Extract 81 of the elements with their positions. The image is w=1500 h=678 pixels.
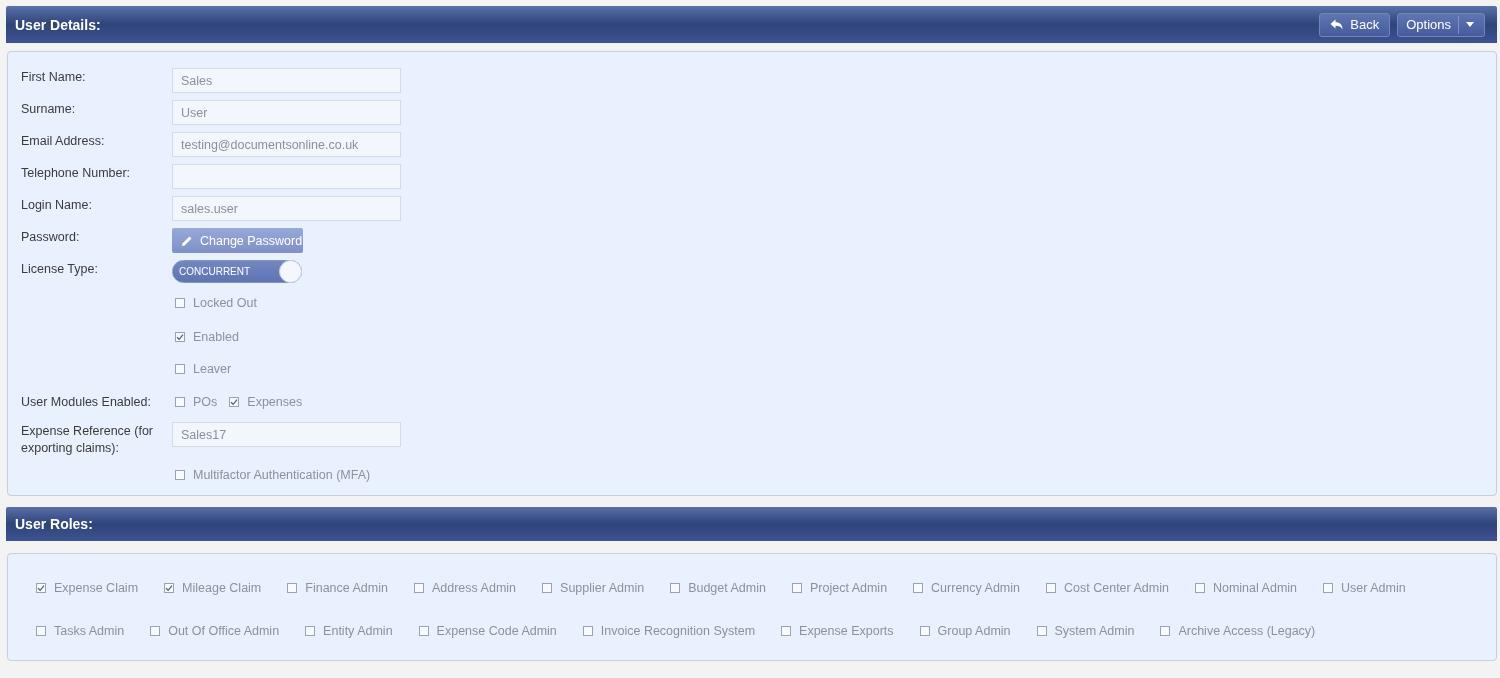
checkbox[interactable] [582, 626, 593, 636]
checkbox[interactable] [1323, 583, 1334, 593]
checkbox[interactable] [413, 583, 424, 593]
checkbox-label: Cost Center Admin [1064, 580, 1169, 596]
checkbox[interactable] [150, 626, 161, 636]
checkbox-label: Expense Claim [54, 580, 139, 596]
checkmark-icon [230, 398, 239, 406]
checkbox[interactable] [542, 583, 553, 593]
field-label: Surname: [21, 101, 77, 118]
checkbox[interactable] [791, 583, 802, 593]
checkbox-label: Expenses [247, 394, 303, 410]
switch-knob-icon [279, 260, 302, 283]
checkbox-label: Invoice Recognition System [600, 623, 756, 639]
text-field[interactable]: testing@documentsonline.co.uk [172, 132, 401, 157]
checkbox-label: Finance Admin [305, 580, 388, 596]
section-title: User Details: [15, 15, 101, 34]
checkbox[interactable] [36, 626, 46, 636]
text-field[interactable]: Sales17 [172, 422, 401, 447]
checkbox[interactable] [670, 583, 681, 593]
checkbox-label: Entity Admin [323, 623, 393, 639]
checkbox[interactable] [1046, 583, 1057, 593]
checkbox-label: Expense Exports [799, 623, 894, 639]
field-label: Email Address: [21, 133, 106, 150]
checkbox[interactable] [913, 583, 924, 593]
checkbox-label: Leaver [193, 361, 232, 377]
checkbox[interactable] [1160, 626, 1171, 636]
text-field[interactable] [172, 164, 401, 189]
checkbox[interactable] [175, 397, 185, 407]
checkbox[interactable] [305, 626, 316, 636]
checkbox[interactable] [919, 626, 930, 636]
checkbox-label: Group Admin [937, 623, 1011, 639]
text-field[interactable]: sales.user [172, 196, 401, 221]
checkbox-label: Budget Admin [688, 580, 766, 596]
field-label: Telephone Number: [21, 165, 132, 182]
back-button[interactable]: Back [1319, 12, 1391, 37]
change-password-button[interactable]: Change Password [172, 228, 303, 253]
checkbox-label: Currency Admin [931, 580, 1021, 596]
checkbox[interactable] [287, 583, 298, 593]
checkbox-label: Project Admin [809, 580, 888, 596]
checkbox[interactable] [164, 583, 175, 593]
checkbox-label: Address Admin [431, 580, 517, 596]
checkbox[interactable] [175, 332, 185, 342]
checkbox-label: Nominal Admin [1212, 580, 1298, 596]
options-button[interactable]: Options [1397, 12, 1485, 37]
checkbox[interactable] [781, 626, 792, 636]
checkbox[interactable] [1036, 626, 1047, 636]
back-arrow-icon [1330, 19, 1344, 30]
checkbox[interactable] [175, 298, 185, 308]
checkbox-label: Supplier Admin [560, 580, 645, 596]
checkmark-icon [37, 584, 45, 592]
checkbox-label: Archive Access (Legacy) [1178, 623, 1316, 639]
caret-icon [1466, 22, 1474, 27]
section-title: User Roles: [15, 515, 93, 533]
license-type-toggle[interactable]: CONCURRENT [172, 260, 302, 283]
pencil-icon [181, 234, 193, 247]
checkbox-label: Expense Code Admin [436, 623, 557, 639]
checkbox-label: Locked Out [193, 295, 257, 311]
checkbox-label: System Admin [1054, 623, 1135, 639]
checkbox-label: POs [193, 394, 218, 410]
field-label: Expense Reference (for exporting claims): [21, 423, 154, 457]
field-label: Login Name: [21, 197, 93, 214]
text-field[interactable]: User [172, 100, 401, 125]
field-label: First Name: [21, 69, 87, 86]
field-label: Password: [21, 229, 81, 246]
checkbox[interactable] [418, 626, 429, 636]
checkbox-label: Multifactor Authentication (MFA) [193, 467, 371, 483]
checkbox-label: Out Of Office Admin [168, 623, 280, 639]
field-label: User Modules Enabled: [21, 393, 152, 411]
checkmark-icon [176, 333, 184, 341]
checkbox-label: User Admin [1341, 580, 1406, 596]
field-label: License Type: [21, 261, 99, 278]
checkbox-label: Tasks Admin [54, 623, 125, 639]
checkbox[interactable] [36, 583, 46, 593]
checkbox[interactable] [229, 397, 240, 407]
text-field[interactable]: Sales [172, 68, 401, 93]
checkbox[interactable] [1194, 583, 1205, 593]
checkbox-label: Mileage Claim [182, 580, 262, 596]
checkbox[interactable] [175, 364, 185, 374]
checkbox[interactable] [175, 470, 185, 480]
checkbox-label: Enabled [193, 329, 239, 345]
checkmark-icon [165, 584, 174, 592]
